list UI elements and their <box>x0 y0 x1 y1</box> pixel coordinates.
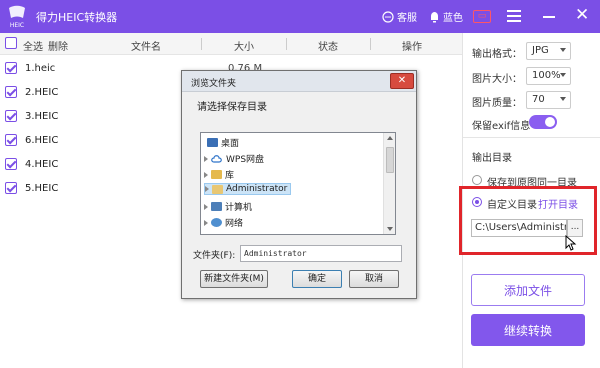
file-name: 6.HEIC <box>25 135 59 146</box>
column-divider <box>201 38 202 50</box>
row-checkbox[interactable] <box>5 62 17 74</box>
tree-scrollbar[interactable] <box>383 133 395 234</box>
column-size: 大小 <box>234 42 254 53</box>
row-checkbox[interactable] <box>5 134 17 146</box>
chat-icon <box>382 10 394 23</box>
row-checkbox[interactable] <box>5 110 17 122</box>
desktop-icon <box>207 138 218 147</box>
scroll-thumb[interactable] <box>386 147 394 173</box>
tree-item-label: WPS网盘 <box>226 155 265 165</box>
dialog-close-button[interactable]: ✕ <box>390 73 414 89</box>
folder-name-input[interactable]: Administrator <box>240 245 402 262</box>
folder-tree[interactable]: 桌面 WPS网盘 库 Administrator 计算机 网络 <box>200 132 396 235</box>
file-name: 2.HEIC <box>25 87 59 98</box>
column-status: 状态 <box>318 42 338 53</box>
format-label: 输出格式： <box>472 49 522 60</box>
expand-icon[interactable] <box>204 171 208 178</box>
quality-select[interactable]: 70 <box>526 91 571 109</box>
expand-icon[interactable] <box>205 186 209 192</box>
mouse-cursor-icon <box>565 235 577 251</box>
tree-item-wps[interactable]: WPS网盘 <box>204 152 264 165</box>
library-icon <box>211 170 222 179</box>
column-filename: 文件名 <box>131 42 161 53</box>
cancel-button[interactable]: 取消 <box>349 270 399 288</box>
file-name: 3.HEIC <box>25 111 59 122</box>
tree-item-library[interactable]: 库 <box>204 168 234 181</box>
file-name: 1.heic <box>25 63 56 74</box>
quality-label: 图片质量： <box>472 98 522 109</box>
select-all-checkbox[interactable] <box>5 37 17 49</box>
menu-icon[interactable] <box>507 10 521 22</box>
browse-folder-dialog: 浏览文件夹 ✕ 请选择保存目录 桌面 WPS网盘 库 Administrator… <box>181 70 417 299</box>
size-select[interactable]: 100% <box>526 67 571 85</box>
chevron-down-icon <box>560 97 566 101</box>
ok-button[interactable]: 确定 <box>292 270 342 288</box>
row-checkbox[interactable] <box>5 158 17 170</box>
new-folder-button[interactable]: 新建文件夹(M) <box>200 270 268 288</box>
logo-text: HEIC <box>10 22 24 29</box>
column-action: 操作 <box>402 42 422 53</box>
bell-icon <box>431 11 438 22</box>
tree-item-label: 网络 <box>225 219 244 229</box>
scroll-up-icon[interactable] <box>387 136 393 140</box>
minimize-button[interactable] <box>543 16 555 18</box>
exif-label: 保留exif信息 <box>472 121 531 132</box>
computer-icon <box>211 202 222 211</box>
cloud-icon <box>211 155 222 163</box>
dialog-prompt: 请选择保存目录 <box>197 102 267 113</box>
chevron-down-icon <box>560 48 566 52</box>
column-divider <box>286 38 287 50</box>
scroll-down-icon[interactable] <box>387 227 393 231</box>
network-icon <box>211 218 222 227</box>
app-title: 得力HEIC转换器 <box>36 11 118 24</box>
tree-item-label: 桌面 <box>221 139 240 149</box>
folder-field-label: 文件夹(F): <box>193 251 236 261</box>
select-all-label[interactable]: 全选 <box>23 38 43 53</box>
file-name: 4.HEIC <box>25 159 59 170</box>
expand-icon[interactable] <box>204 219 208 226</box>
format-value: JPG <box>532 45 549 56</box>
tree-item-administrator[interactable]: Administrator <box>204 183 292 195</box>
convert-button[interactable]: 继续转换 <box>471 314 585 346</box>
divider <box>463 137 600 138</box>
exif-toggle[interactable] <box>529 115 557 129</box>
quality-value: 70 <box>532 94 545 105</box>
customer-service-button[interactable]: 客服 <box>382 9 417 24</box>
file-name: 5.HEIC <box>25 183 59 194</box>
size-label: 图片大小： <box>472 74 522 85</box>
tree-item-computer[interactable]: 计算机 <box>204 200 252 213</box>
chevron-down-icon <box>560 73 566 77</box>
file-table-header: 全选 删除 文件名 大小 状态 操作 <box>0 33 462 55</box>
add-file-button[interactable]: 添加文件 <box>471 274 585 306</box>
vip-button[interactable]: 蓝色 <box>429 9 463 24</box>
expand-icon[interactable] <box>204 203 208 210</box>
tree-item-desktop[interactable]: 桌面 <box>207 136 239 149</box>
tree-item-network[interactable]: 网络 <box>204 216 243 229</box>
tree-item-label: Administrator <box>226 184 288 194</box>
expand-icon[interactable] <box>204 155 208 162</box>
user-folder-icon <box>212 184 223 194</box>
size-value: 100% <box>532 70 561 81</box>
dialog-title: 浏览文件夹 <box>191 79 237 89</box>
title-bar: HEIC 得力HEIC转换器 客服 蓝色 ▭ ✕ <box>0 0 600 33</box>
tree-item-label: 库 <box>225 171 235 181</box>
format-select[interactable]: JPG <box>526 42 571 60</box>
close-button[interactable]: ✕ <box>575 7 589 24</box>
row-checkbox[interactable] <box>5 182 17 194</box>
watermark-text: 官网 /h... ...0 ... 先 <box>468 350 582 365</box>
tree-item-label: 计算机 <box>225 203 253 213</box>
delete-button[interactable]: 删除 <box>48 38 68 53</box>
customer-service-label: 客服 <box>397 13 417 24</box>
output-dir-label: 输出目录 <box>472 153 512 164</box>
vip-label: 蓝色 <box>443 13 463 24</box>
app-logo-icon: HEIC <box>9 5 25 29</box>
column-divider <box>370 38 371 50</box>
gift-icon[interactable]: ▭ <box>473 10 491 23</box>
dialog-title-bar: 浏览文件夹 ✕ <box>182 71 416 92</box>
row-checkbox[interactable] <box>5 86 17 98</box>
same-dir-radio[interactable] <box>472 175 482 185</box>
